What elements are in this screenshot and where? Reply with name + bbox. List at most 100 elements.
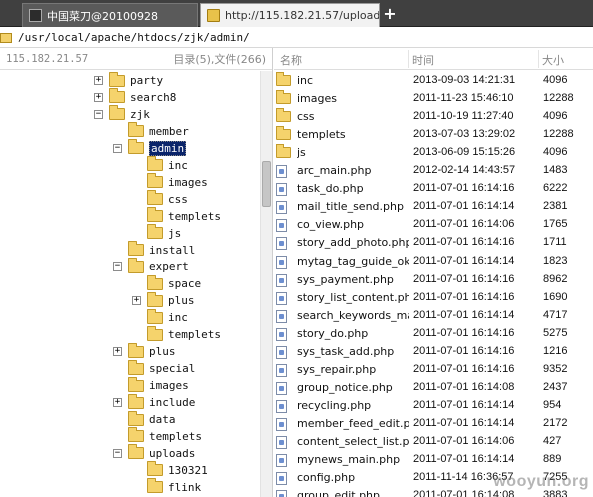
tree-item[interactable]: member — [113, 122, 189, 140]
file-icon — [276, 237, 287, 251]
collapse-icon[interactable]: − — [113, 448, 122, 458]
tree-item-label: inc — [168, 158, 188, 172]
folder-icon — [147, 461, 163, 477]
file-time: 2012-02-14 14:43:57 — [413, 164, 516, 177]
tree-item-label: space — [168, 277, 202, 291]
tree-item[interactable]: + search8 — [94, 88, 176, 106]
file-row[interactable]: recycling.php 2011-07-01 16:14:14 954 — [274, 397, 593, 415]
expand-icon[interactable]: + — [94, 92, 103, 102]
file-size: 889 — [543, 453, 562, 466]
file-row[interactable]: group_notice.php 2011-07-01 16:14:08 2437 — [274, 379, 593, 397]
file-row[interactable]: content_select_list.php 2011-07-01 16:14:… — [274, 433, 593, 451]
file-row[interactable]: story_add_photo.php 2011-07-01 16:14:16 17… — [274, 234, 593, 252]
column-name[interactable]: 名称 — [280, 52, 302, 68]
tree-item[interactable]: data — [113, 410, 176, 428]
new-tab-button[interactable]: + — [382, 5, 398, 23]
collapse-icon[interactable]: − — [113, 262, 122, 272]
tree-item[interactable]: install — [113, 241, 196, 259]
file-size: 4096 — [543, 110, 568, 123]
file-row[interactable]: css 2011-10-19 11:27:40 4096 — [274, 108, 593, 126]
tree-item[interactable]: inc — [132, 308, 188, 326]
tree-item[interactable]: flink — [132, 478, 201, 496]
path-bar[interactable]: /usr/local/apache/htdocs/zjk/admin/ — [0, 28, 593, 48]
folder-icon — [147, 224, 163, 240]
file-row[interactable]: arc_main.php 2012-02-14 14:43:57 1483 — [274, 162, 593, 180]
file-row[interactable]: mynews_main.php 2011-07-01 16:14:14 889 — [274, 451, 593, 469]
expand-icon[interactable]: + — [113, 347, 122, 357]
folder-icon — [147, 308, 163, 324]
tree-item[interactable]: − uploads — [113, 444, 195, 462]
tree-item-label: inc — [168, 311, 188, 325]
tree-item[interactable]: + plus — [113, 342, 176, 360]
tree-item[interactable]: − expert — [113, 257, 189, 275]
tree-item[interactable]: images — [132, 173, 208, 191]
folder-icon — [128, 410, 144, 426]
folder-icon — [147, 190, 163, 206]
tree-item[interactable]: 130321 — [132, 461, 208, 479]
file-row[interactable]: story_list_content.php 2011-07-01 16:14:1… — [274, 289, 593, 307]
column-size[interactable]: 大小 — [542, 52, 564, 68]
column-divider[interactable] — [538, 50, 539, 68]
file-size: 954 — [543, 398, 562, 411]
tree-scrollbar-thumb[interactable] — [262, 161, 271, 207]
folder-icon — [128, 257, 144, 273]
file-row[interactable]: member_feed_edit.php 2011-07-01 16:14:14 2… — [274, 415, 593, 433]
file-row[interactable]: sys_task_add.php 2011-07-01 16:14:16 1216 — [274, 343, 593, 361]
file-size: 4717 — [543, 308, 568, 321]
folder-icon — [109, 105, 125, 121]
tree-item-label: images — [168, 175, 208, 189]
file-row[interactable]: inc 2013-09-03 14:21:31 4096 — [274, 72, 593, 90]
expand-icon[interactable]: + — [132, 296, 141, 306]
tree-item[interactable]: + plus — [132, 291, 195, 309]
folder-icon — [276, 90, 291, 105]
path-input[interactable]: /usr/local/apache/htdocs/zjk/admin/ — [18, 31, 250, 44]
tab-caidao[interactable]: 中国菜刀@20100928 — [22, 3, 198, 27]
file-icon — [276, 436, 287, 449]
collapse-icon[interactable]: − — [113, 143, 122, 153]
tree-item[interactable]: css — [132, 190, 188, 208]
column-time[interactable]: 时间 — [412, 52, 434, 68]
tree-item-label: install — [149, 243, 196, 257]
tab-uploads[interactable]: http://115.182.21.57/uploads... — [200, 3, 380, 27]
folder-icon — [109, 88, 125, 104]
tree-item[interactable]: special — [113, 359, 195, 377]
file-row[interactable]: templets 2013-07-03 13:29:02 12288 — [274, 126, 593, 144]
tree-item-label: plus — [149, 345, 176, 359]
tree-item[interactable]: + party — [94, 71, 163, 89]
tree-item[interactable]: templets — [113, 427, 202, 445]
folder-icon — [147, 274, 163, 290]
file-row[interactable]: images 2011-11-23 15:46:10 12288 — [274, 90, 593, 108]
file-name: member_feed_edit.php — [297, 416, 409, 430]
file-row[interactable]: sys_repair.php 2011-07-01 16:14:16 9352 — [274, 361, 593, 379]
file-row[interactable]: mail_title_send.php 2011-07-01 16:14:14 23… — [274, 198, 593, 216]
file-size: 4096 — [543, 146, 568, 159]
file-row[interactable]: js 2013-06-09 15:15:26 4096 — [274, 144, 593, 162]
tree-item[interactable]: + include — [113, 393, 195, 411]
folder-icon — [276, 144, 291, 159]
folder-icon — [276, 72, 291, 86]
collapse-icon[interactable]: − — [94, 109, 103, 119]
tree-item[interactable]: templets — [132, 207, 221, 225]
tree-item[interactable]: − zjk — [94, 105, 150, 123]
tree-item[interactable]: inc — [132, 156, 188, 174]
expand-icon[interactable]: + — [113, 398, 122, 408]
tab-label: http://115.182.21.57/uploads... — [225, 9, 380, 22]
tree-item[interactable]: templets — [132, 325, 221, 343]
expand-icon[interactable]: + — [94, 76, 103, 85]
file-row[interactable]: sys_payment.php 2011-07-01 16:14:16 8962 — [274, 271, 593, 289]
file-row[interactable]: co_view.php 2011-07-01 16:14:06 1765 — [274, 216, 593, 234]
file-row[interactable]: story_do.php 2011-07-01 16:14:16 5275 — [274, 325, 593, 343]
file-name: templets — [297, 128, 346, 142]
file-icon — [276, 381, 287, 395]
file-row[interactable]: task_do.php 2011-07-01 16:14:16 6222 — [274, 180, 593, 198]
tree-item[interactable]: space — [132, 274, 202, 292]
file-time: 2011-07-01 16:14:14 — [413, 254, 515, 267]
tree-item[interactable]: js — [132, 224, 181, 242]
tree-scrollbar[interactable] — [260, 71, 272, 497]
file-row[interactable]: search_keywords_ma... 2011-07-01 16:14:14… — [274, 307, 593, 325]
tree-item-label: templets — [168, 328, 221, 342]
tree-item[interactable]: − admin — [113, 139, 187, 157]
file-row[interactable]: mytag_tag_guide_ok.... 2011-07-01 16:14:1… — [274, 253, 593, 271]
tree-item[interactable]: images — [113, 376, 189, 394]
column-divider[interactable] — [408, 50, 409, 68]
